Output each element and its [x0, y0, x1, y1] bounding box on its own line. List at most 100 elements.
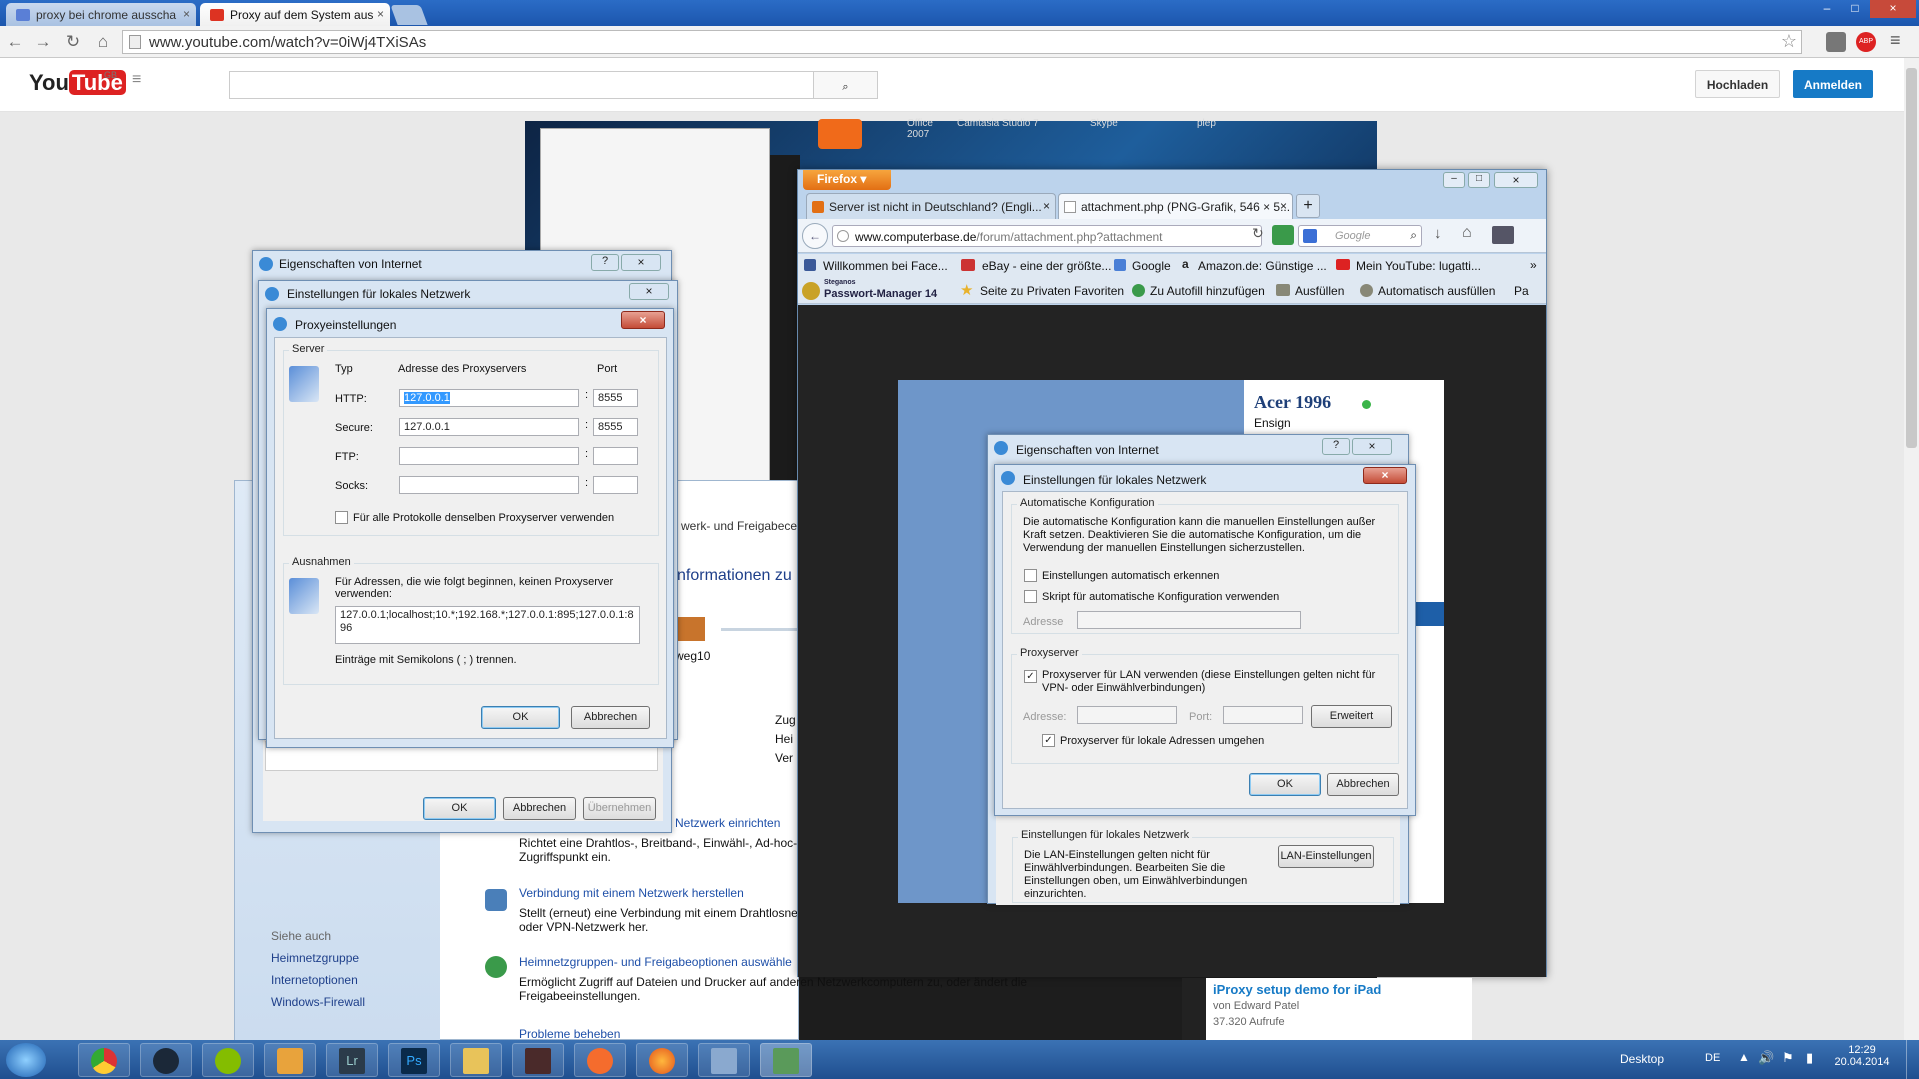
menu-icon[interactable]: ≡ — [1890, 30, 1901, 51]
script-address-input[interactable] — [1077, 611, 1301, 629]
ff-maximize-button[interactable]: □ — [1468, 172, 1490, 188]
bookmark-facebook[interactable]: Willkommen bei Face... — [823, 259, 948, 273]
tab-close-icon[interactable]: × — [1280, 199, 1287, 213]
taskbar-firefox[interactable] — [636, 1043, 688, 1077]
cancel-button[interactable]: Abbrechen — [571, 706, 650, 729]
taskbar-spotify[interactable] — [202, 1043, 254, 1077]
tab-proxy-auf-dem-system[interactable]: Proxy auf dem System aus × — [200, 3, 390, 26]
ff-home-icon[interactable]: ⌂ — [1462, 224, 1472, 242]
same-proxy-checkbox[interactable] — [335, 511, 348, 524]
link-windows-firewall[interactable]: Windows-Firewall — [271, 995, 365, 1009]
adblock-icon[interactable]: ABP — [1856, 32, 1876, 52]
autofill-add-button[interactable]: Zu Autofill hinzufügen — [1150, 284, 1265, 298]
private-favorites-button[interactable]: Seite zu Privaten Favoriten — [980, 284, 1124, 298]
youtube-search-input[interactable] — [229, 71, 814, 99]
socks-port-input[interactable] — [593, 476, 638, 494]
extension-aol-icon[interactable] — [1826, 32, 1846, 52]
ok-button[interactable]: OK — [423, 797, 496, 820]
bypass-local-checkbox[interactable]: ✓ — [1042, 734, 1055, 747]
ff-new-tab-button[interactable]: + — [1296, 194, 1320, 218]
download-icon[interactable]: ↓ — [1434, 225, 1442, 242]
task-probleme-beheben[interactable]: Probleme beheben — [519, 1027, 620, 1041]
magnifier-icon[interactable]: ⌕ — [1410, 228, 1417, 243]
taskbar-lightroom[interactable]: Lr — [326, 1043, 378, 1077]
ff-minimize-button[interactable]: – — [1443, 172, 1465, 188]
taskbar-remote[interactable] — [698, 1043, 750, 1077]
link-heimnetzgruppe[interactable]: Heimnetzgruppe — [271, 951, 359, 965]
help-button[interactable]: ? — [1322, 438, 1350, 455]
ok-button[interactable]: OK — [1249, 773, 1321, 796]
ok-button[interactable]: OK — [481, 706, 560, 729]
forward-icon[interactable]: → — [32, 31, 54, 53]
close-button[interactable]: × — [1352, 438, 1392, 455]
proxy-address-input[interactable] — [1077, 706, 1177, 724]
taskbar-photoshop[interactable]: Ps — [388, 1043, 440, 1077]
close-button[interactable]: × — [621, 254, 661, 271]
address-bar[interactable]: www.youtube.com/watch?v=0iWj4TXiSAs ☆ — [122, 30, 1802, 54]
fill-button[interactable]: Ausfüllen — [1295, 284, 1344, 298]
use-proxy-checkbox[interactable]: ✓ — [1024, 670, 1037, 683]
star-icon[interactable]: ☆ — [1781, 31, 1797, 52]
firefox-menu-button[interactable]: Firefox ▾ — [803, 170, 891, 190]
bookmark-google[interactable]: Google — [1132, 259, 1171, 273]
scrollbar-thumb[interactable] — [1906, 68, 1917, 448]
link-internetoptionen[interactable]: Internetoptionen — [271, 973, 358, 987]
cancel-button[interactable]: Abbrechen — [503, 797, 576, 820]
ff-url-bar[interactable]: www.computerbase.de/forum/attachment.php… — [832, 225, 1262, 247]
show-desktop-button[interactable] — [1906, 1040, 1919, 1079]
desktop-toolbar-label[interactable]: Desktop — [1620, 1052, 1664, 1066]
close-button[interactable]: × — [629, 283, 669, 300]
volume-icon[interactable]: 🔊 — [1758, 1050, 1774, 1066]
language-indicator[interactable]: DE — [1705, 1052, 1720, 1064]
maximize-button[interactable]: □ — [1842, 0, 1868, 18]
advanced-button[interactable]: Erweitert — [1311, 705, 1392, 728]
http-address-input[interactable]: 127.0.0.1 — [399, 389, 579, 407]
ff-close-button[interactable]: × — [1494, 172, 1538, 188]
taskbar-network[interactable] — [760, 1043, 812, 1077]
ff-bookmark-menu-icon[interactable] — [1492, 226, 1514, 244]
ff-tab-attachment[interactable]: attachment.php (PNG-Grafik, 546 × 5... × — [1058, 193, 1293, 219]
task-netzwerk-einrichten[interactable]: Netzwerk einrichten — [675, 816, 780, 830]
secure-port-input[interactable]: 8555 — [593, 418, 638, 436]
recommended-title[interactable]: iProxy setup demo for iPad — [1213, 982, 1381, 997]
minimize-button[interactable]: – — [1814, 0, 1840, 18]
password-manager-button[interactable]: Passwort-Manager 14 — [824, 288, 937, 300]
close-button[interactable]: × — [1363, 467, 1407, 484]
show-hidden-icons[interactable]: ▲ — [1738, 1050, 1750, 1064]
ftp-port-input[interactable] — [593, 447, 638, 465]
socks-address-input[interactable] — [399, 476, 579, 494]
action-center-flag-icon[interactable]: ⚑ — [1782, 1050, 1794, 1066]
task-heimnetzgruppen-optionen[interactable]: Heimnetzgruppen- und Freigabeoptionen au… — [519, 955, 792, 969]
tab-proxy-bei-chrome[interactable]: proxy bei chrome ausscha × — [6, 3, 196, 26]
recommended-video[interactable]: iProxy setup demo for iPad von Edward Pa… — [1182, 978, 1472, 1040]
auto-script-checkbox[interactable] — [1024, 590, 1037, 603]
clock[interactable]: 12:29 20.04.2014 — [1832, 1044, 1892, 1068]
search-button[interactable]: ⌕ — [813, 71, 878, 99]
toolbar-overflow[interactable]: Pa — [1514, 284, 1529, 298]
upload-button[interactable]: Hochladen — [1695, 70, 1780, 98]
http-port-input[interactable]: 8555 — [593, 389, 638, 407]
ff-reload-icon[interactable]: ↻ — [1252, 225, 1264, 242]
auto-fill-button[interactable]: Automatisch ausfüllen — [1378, 284, 1495, 298]
help-button[interactable]: ? — [591, 254, 619, 271]
taskbar-game[interactable] — [512, 1043, 564, 1077]
ff-back-icon[interactable]: ← — [802, 223, 828, 249]
taskbar-explorer[interactable] — [450, 1043, 502, 1077]
page-scrollbar[interactable] — [1904, 58, 1919, 1040]
close-window-button[interactable]: × — [1870, 0, 1916, 18]
tab-close-icon[interactable]: × — [1043, 199, 1050, 213]
new-tab-button[interactable] — [390, 5, 428, 25]
task-verbindung-herstellen[interactable]: Verbindung mit einem Netzwerk herstellen — [519, 886, 744, 900]
reload-icon[interactable]: ↻ — [62, 31, 84, 53]
taskbar-origin[interactable] — [574, 1043, 626, 1077]
guide-menu-icon[interactable]: ≡ — [132, 71, 141, 89]
network-signal-icon[interactable]: ▮ — [1806, 1050, 1813, 1066]
secure-address-input[interactable]: 127.0.0.1 — [399, 418, 579, 436]
ff-tab-server[interactable]: Server ist nicht in Deutschland? (Engli.… — [806, 193, 1056, 219]
bookmark-ebay[interactable]: eBay - eine der größte... — [982, 259, 1111, 273]
ftp-address-input[interactable] — [399, 447, 579, 465]
exceptions-textarea[interactable]: 127.0.0.1;localhost;10.*;192.168.*;127.0… — [335, 606, 640, 644]
apply-button[interactable]: Übernehmen — [583, 797, 656, 820]
bookmarks-overflow-icon[interactable]: » — [1530, 258, 1537, 272]
close-button[interactable]: × — [621, 311, 665, 329]
